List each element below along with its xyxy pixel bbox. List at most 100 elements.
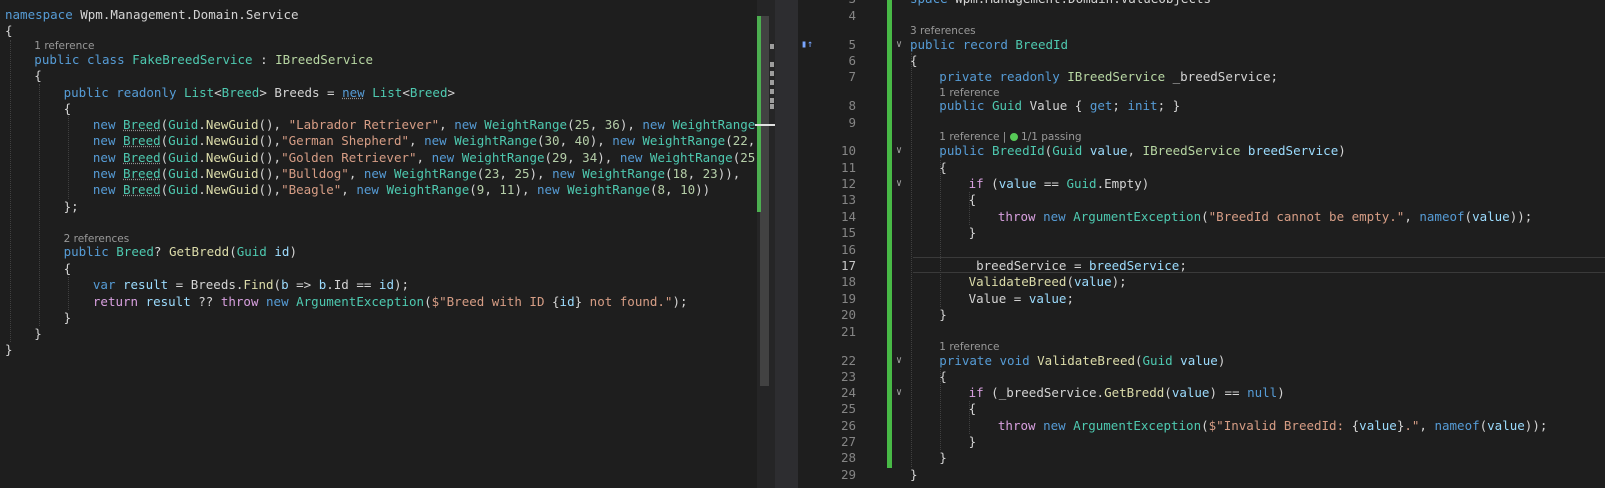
code-token: Guid bbox=[168, 117, 199, 132]
codelens-references[interactable]: 3 references bbox=[910, 25, 976, 37]
code-token: } bbox=[968, 225, 977, 240]
left-editor-pane[interactable]: namespace Wpm.Management.Domain.Service{… bbox=[0, 0, 775, 488]
code-line[interactable]: throw new ArgumentException($"Invalid Br… bbox=[998, 418, 1547, 434]
code-line[interactable]: new Breed (Guid.NewGuid(),"Golden Retriev… bbox=[93, 150, 775, 166]
code-token: .Empty) bbox=[1096, 176, 1150, 191]
code-token: , bbox=[484, 182, 500, 197]
code-line[interactable]: private readonly IBreedService _breedSer… bbox=[939, 69, 1278, 85]
codelens-references[interactable]: 1 reference bbox=[939, 87, 999, 99]
code-line[interactable]: } bbox=[939, 450, 947, 466]
code-token: IBreedService bbox=[275, 52, 373, 67]
code-line[interactable]: }; bbox=[64, 199, 79, 215]
code-token: throw bbox=[997, 209, 1036, 224]
code-line[interactable]: var result = Breeds.Find(b => b.Id == id… bbox=[93, 277, 409, 293]
code-line[interactable]: new Breed(Guid.NewGuid(),"German Shepher… bbox=[93, 133, 775, 149]
code-line[interactable]: } bbox=[910, 467, 918, 483]
code-token: ValidateBreed bbox=[968, 274, 1067, 289]
code-token: } bbox=[63, 310, 72, 325]
code-token: , bbox=[409, 133, 425, 148]
bookmark-icon[interactable]: ▮↑ bbox=[801, 39, 813, 51]
code-line[interactable]: public record BreedId bbox=[910, 37, 1068, 53]
code-token: }; bbox=[63, 199, 79, 214]
code-token: } bbox=[939, 307, 947, 322]
code-token: Breed bbox=[123, 133, 161, 148]
code-token: record bbox=[962, 37, 1008, 52]
codelens-references[interactable]: 2 references bbox=[64, 233, 130, 245]
line-number: 25 bbox=[840, 401, 856, 416]
code-line[interactable]: } bbox=[34, 326, 42, 342]
code-line[interactable]: { bbox=[5, 23, 13, 39]
code-token: Value { bbox=[1022, 98, 1090, 113]
code-token: new bbox=[266, 294, 289, 309]
code-line[interactable]: } bbox=[64, 310, 72, 326]
code-line[interactable]: } bbox=[969, 434, 977, 450]
code-line[interactable]: { bbox=[939, 369, 947, 385]
code-line[interactable]: } bbox=[969, 225, 977, 241]
code-line[interactable]: { bbox=[939, 160, 947, 176]
code-line[interactable]: new Breed (Guid.NewGuid(),"Beagle", new W… bbox=[93, 182, 710, 198]
chevron-down-icon[interactable]: ∨ bbox=[896, 353, 902, 369]
code-line[interactable]: { bbox=[969, 192, 977, 208]
code-token: NewGuid bbox=[205, 150, 259, 165]
codelens-references[interactable]: 1 reference | 1/1 passing bbox=[939, 131, 1081, 143]
code-token: , bbox=[1127, 143, 1143, 158]
code-token: List bbox=[184, 85, 215, 100]
chevron-down-icon[interactable]: ∨ bbox=[896, 37, 902, 53]
code-token: public bbox=[910, 37, 956, 52]
code-line[interactable]: { bbox=[969, 401, 977, 417]
code-line[interactable]: { bbox=[64, 101, 72, 117]
code-token: . bbox=[198, 150, 206, 165]
code-line[interactable]: private void ValidateBreed(Guid value) bbox=[939, 353, 1225, 369]
code-line[interactable]: { bbox=[64, 261, 72, 277]
code-token: (), bbox=[258, 166, 282, 181]
codelens-text: 1 reference bbox=[34, 40, 95, 52]
code-line[interactable]: public readonly List<Breed> Breeds = new… bbox=[64, 85, 455, 101]
code-line[interactable]: new Breed (Guid.NewGuid(), "Labrador Retr… bbox=[93, 117, 775, 133]
code-line[interactable]: public class FakeBreedService : IBreedSe… bbox=[34, 52, 373, 68]
code-token: ? bbox=[153, 244, 169, 259]
code-line[interactable]: { bbox=[34, 68, 42, 84]
chevron-down-icon[interactable]: ∨ bbox=[896, 385, 902, 401]
code-token: ( bbox=[1464, 209, 1473, 224]
code-line[interactable]: space Wpm.Management.Domain.ValueObjects bbox=[910, 0, 1211, 7]
code-token: ), bbox=[514, 182, 538, 197]
code-line[interactable]: namespace Wpm.Management.Domain.Service bbox=[5, 7, 299, 23]
code-token: (), bbox=[258, 150, 282, 165]
code-line[interactable]: throw new ArgumentException("BreedId can… bbox=[998, 209, 1532, 225]
code-line[interactable]: public Breed? GetBredd(Guid id) bbox=[64, 244, 297, 260]
code-line[interactable]: new Breed(Guid.NewGuid(),"Bulldog", new … bbox=[93, 166, 740, 182]
code-token: } bbox=[34, 326, 42, 341]
code-token: WeightRange bbox=[461, 150, 545, 165]
code-line[interactable]: return result ?? throw new ArgumentExcep… bbox=[93, 294, 688, 310]
current-line-highlight bbox=[913, 257, 1605, 273]
code-line[interactable]: if (_breedService.GetBredd(value) == nul… bbox=[969, 385, 1285, 401]
chevron-down-icon[interactable]: ∨ bbox=[896, 143, 902, 159]
line-number: 8 bbox=[848, 98, 856, 113]
code-token: 36 bbox=[604, 117, 620, 132]
code-line[interactable]: public BreedId(Guid value, IBreedService… bbox=[939, 143, 1345, 159]
left-scrollbar-thumb[interactable] bbox=[760, 16, 769, 386]
code-token: ); bbox=[1111, 274, 1127, 289]
code-line[interactable]: } bbox=[939, 307, 947, 323]
code-token: WeightRange bbox=[582, 166, 665, 181]
codelens-references[interactable]: 1 reference bbox=[34, 40, 94, 52]
code-line[interactable]: ValidateBreed(value); bbox=[969, 274, 1127, 290]
code-token: value bbox=[1472, 209, 1510, 224]
code-line[interactable]: } bbox=[5, 342, 13, 358]
code-line[interactable]: if (value == Guid.Empty) bbox=[969, 176, 1150, 192]
code-line[interactable]: { bbox=[910, 53, 918, 69]
code-line[interactable]: Value = value; bbox=[969, 291, 1074, 307]
scrollbar-marker bbox=[770, 104, 774, 109]
code-line[interactable]: public Guid Value { get; init; } bbox=[939, 98, 1180, 114]
code-token: value bbox=[1028, 291, 1067, 306]
right-editor-pane[interactable]: 345∨678910∨1112∨13141516171819202122∨232… bbox=[798, 0, 1605, 488]
editor-splitter[interactable] bbox=[775, 0, 798, 488]
code-token: WeightRange bbox=[454, 133, 537, 148]
code-token: )); bbox=[1509, 209, 1533, 224]
codelens-references[interactable]: 1 reference bbox=[939, 341, 999, 353]
code-token: value bbox=[1073, 274, 1112, 289]
test-status-text[interactable]: 1/1 passing bbox=[1018, 131, 1082, 143]
chevron-down-icon[interactable]: ∨ bbox=[896, 176, 902, 192]
code-token: GetBredd bbox=[1104, 385, 1165, 400]
